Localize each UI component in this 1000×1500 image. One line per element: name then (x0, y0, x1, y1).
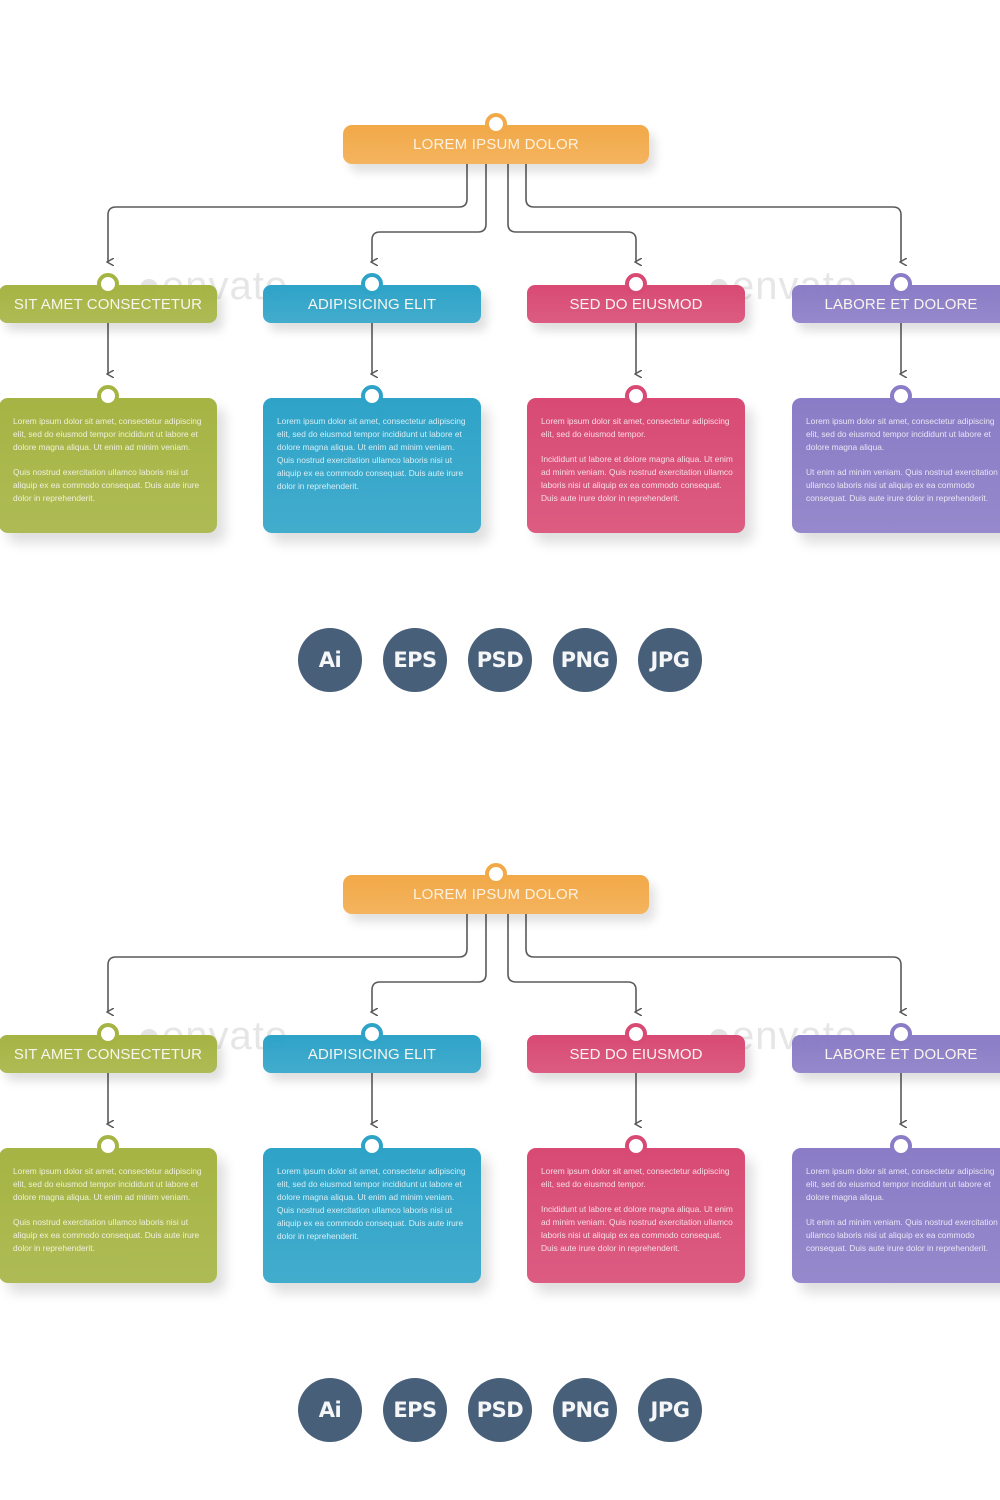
branch-header-label: SIT AMET CONSECTETUR (13, 295, 203, 313)
description-paragraph: Lorem ipsum dolor sit amet, consectetur … (13, 416, 202, 452)
branch-description-box-4: Lorem ipsum dolor sit amet, consectetur … (792, 1148, 1000, 1283)
format-badge-png: PNG (553, 628, 617, 692)
description-paragraph: Ut enim ad minim veniam. Quis nostrud ex… (806, 467, 998, 503)
connector-root-to-branch-2 (372, 914, 487, 1012)
branch-header-label: SED DO EIUSMOD (569, 1045, 703, 1063)
description-box-pin-icon (625, 1135, 647, 1157)
description-paragraph: Lorem ipsum dolor sit amet, consectetur … (541, 416, 730, 439)
description-box-pin-icon (97, 1135, 119, 1157)
format-badge-png: PNG (553, 1378, 617, 1442)
connector-root-to-branch-3 (507, 914, 636, 1012)
description-paragraph: Incididunt ut labore et dolore magna ali… (541, 1204, 733, 1253)
description-paragraph: Lorem ipsum dolor sit amet, consectetur … (13, 1166, 202, 1202)
file-format-badges: Ai EPS PSD PNG JPG (298, 1378, 708, 1442)
root-connector-pin-icon (485, 113, 507, 135)
description-paragraph: Lorem ipsum dolor sit amet, consectetur … (277, 416, 466, 491)
branch-header-pin-icon (97, 273, 119, 295)
description-paragraph: Quis nostrud exercitation ullamco labori… (13, 1217, 200, 1253)
branch-header-label: SED DO EIUSMOD (569, 295, 703, 313)
org-chart-panel: envato envato LOREM IPSUM DOLOR SIT AMET… (0, 750, 1000, 1500)
description-box-pin-icon (890, 385, 912, 407)
branch-description-box-3: Lorem ipsum dolor sit amet, consectetur … (527, 398, 745, 533)
format-badge-ai: Ai (298, 628, 362, 692)
description-box-pin-icon (361, 385, 383, 407)
org-chart-panel: envato envato LOREM IPSUM DOLOR SIT AMET… (0, 0, 1000, 750)
branch-description-box-2: Lorem ipsum dolor sit amet, consectetur … (263, 1148, 481, 1283)
branch-header-label: LABORE ET DOLORE (824, 295, 978, 313)
branch-header-pin-icon (97, 1023, 119, 1045)
branch-header-pin-icon (890, 273, 912, 295)
description-paragraph: Lorem ipsum dolor sit amet, consectetur … (541, 1166, 730, 1189)
branch-header-pin-icon (625, 273, 647, 295)
connector-root-to-branch-4 (525, 914, 901, 1012)
format-badge-psd: PSD (468, 628, 532, 692)
description-box-pin-icon (625, 385, 647, 407)
branch-header-label: LABORE ET DOLORE (824, 1045, 978, 1063)
description-paragraph: Incididunt ut labore et dolore magna ali… (541, 454, 733, 503)
branch-header-pin-icon (361, 273, 383, 295)
format-badge-eps: EPS (383, 628, 447, 692)
root-node-label: LOREM IPSUM DOLOR (413, 886, 579, 903)
branch-description-box-1: Lorem ipsum dolor sit amet, consectetur … (0, 1148, 217, 1283)
connector-root-to-branch-3 (507, 164, 636, 262)
connector-root-to-branch-1 (108, 914, 468, 1012)
connector-root-to-branch-1 (108, 164, 468, 262)
root-node-label: LOREM IPSUM DOLOR (413, 136, 579, 153)
description-paragraph: Lorem ipsum dolor sit amet, consectetur … (277, 1166, 466, 1241)
branch-header-pin-icon (890, 1023, 912, 1045)
description-box-pin-icon (97, 385, 119, 407)
format-badge-eps: EPS (383, 1378, 447, 1442)
format-badge-ai: Ai (298, 1378, 362, 1442)
description-paragraph: Quis nostrud exercitation ullamco labori… (13, 467, 200, 503)
connector-root-to-branch-4 (525, 164, 901, 262)
branch-header-label: SIT AMET CONSECTETUR (13, 1045, 203, 1063)
format-badge-jpg: JPG (638, 1378, 702, 1442)
description-box-pin-icon (890, 1135, 912, 1157)
format-badge-psd: PSD (468, 1378, 532, 1442)
branch-description-box-3: Lorem ipsum dolor sit amet, consectetur … (527, 1148, 745, 1283)
branch-description-box-4: Lorem ipsum dolor sit amet, consectetur … (792, 398, 1000, 533)
connector-root-to-branch-2 (372, 164, 487, 262)
description-paragraph: Lorem ipsum dolor sit amet, consectetur … (806, 416, 995, 452)
branch-description-box-2: Lorem ipsum dolor sit amet, consectetur … (263, 398, 481, 533)
root-connector-pin-icon (485, 863, 507, 885)
description-paragraph: Lorem ipsum dolor sit amet, consectetur … (806, 1166, 995, 1202)
branch-header-pin-icon (361, 1023, 383, 1045)
branch-header-label: ADIPISICING ELIT (307, 1045, 437, 1063)
description-paragraph: Ut enim ad minim veniam. Quis nostrud ex… (806, 1217, 998, 1253)
branch-description-box-1: Lorem ipsum dolor sit amet, consectetur … (0, 398, 217, 533)
branch-header-pin-icon (625, 1023, 647, 1045)
format-badge-jpg: JPG (638, 628, 702, 692)
branch-header-label: ADIPISICING ELIT (307, 295, 437, 313)
file-format-badges: Ai EPS PSD PNG JPG (298, 628, 708, 692)
description-box-pin-icon (361, 1135, 383, 1157)
